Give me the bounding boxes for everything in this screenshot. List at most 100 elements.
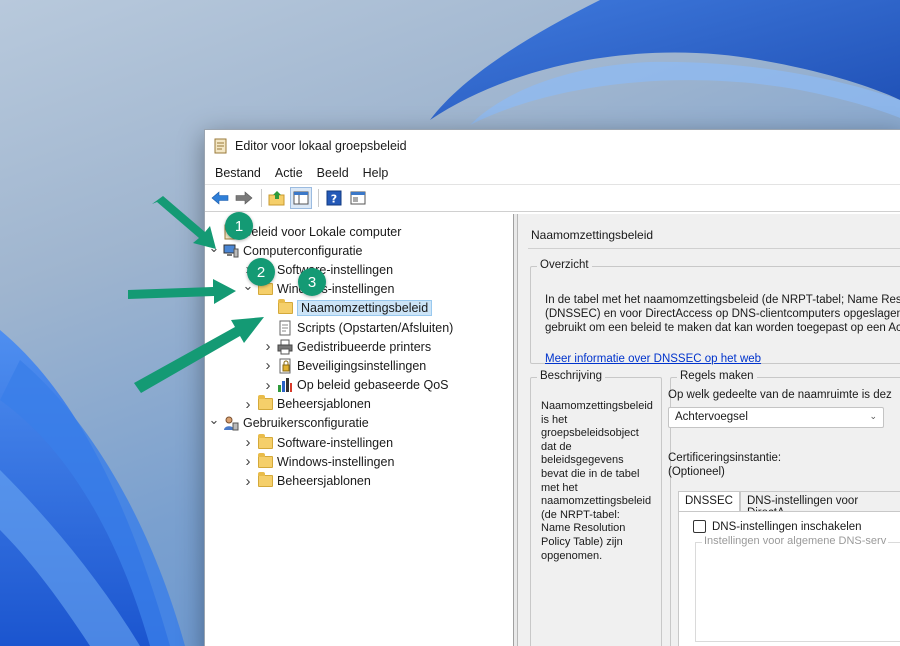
details-pane: Naamomzettingsbeleid Overzicht In de tab… [518, 214, 900, 646]
general-dns-settings-group: Instellingen voor algemene DNS-serv [695, 535, 900, 642]
menu-beeld[interactable]: Beeld [311, 166, 357, 180]
tree-node-label: Computerconfiguratie [243, 243, 363, 258]
tree-node-label: Op beleid gebaseerde QoS [297, 378, 449, 393]
enable-dns-settings-label: DNS-instellingen inschakelen [712, 520, 862, 533]
namespace-question: Op welk gedeelte van de naamruimte is de… [668, 389, 892, 401]
chevron-right-icon[interactable]: › [261, 357, 275, 374]
menu-bestand[interactable]: Bestand [209, 166, 269, 180]
window-title: Editor voor lokaal groepsbeleid [235, 139, 407, 153]
title-bar[interactable]: Editor voor lokaal groepsbeleid [205, 130, 900, 162]
script-icon [277, 320, 293, 336]
namespace-type-value: Achtervoegsel [675, 411, 748, 423]
annotation-badge-2: 2 [247, 258, 275, 286]
user-icon [223, 415, 239, 431]
forward-arrow-icon [235, 191, 253, 205]
tree-node-gebruikersconfiguratie[interactable]: ⌄ Gebruikersconfiguratie [205, 412, 513, 433]
chevron-right-icon[interactable]: › [241, 453, 255, 470]
tab-panel: DNS-instellingen inschakelen Instellinge… [678, 511, 900, 646]
overview-group: Overzicht In de tabel met het naamomzett… [530, 259, 900, 365]
chevron-right-icon[interactable]: › [241, 434, 255, 451]
enable-dns-settings-checkbox[interactable] [693, 520, 706, 533]
tree-node-label: Naamomzettingsbeleid [297, 300, 433, 317]
tree-node-label: Windows-instellingen [277, 454, 395, 469]
rules-legend: Regels maken [677, 370, 757, 382]
tree-node-scripts-opstarten-afsluiten[interactable]: Scripts (Opstarten/Afsluiten) [205, 318, 513, 337]
tree-node-label: Scripts (Opstarten/Afsluiten) [297, 320, 454, 335]
tree-node-naamomzettingsbeleid[interactable]: Naamomzettingsbeleid [205, 299, 513, 318]
overview-legend: Overzicht [537, 259, 592, 271]
tree-node-label: Gedistribueerde printers [297, 339, 432, 354]
menu-help[interactable]: Help [357, 166, 397, 180]
tab-dnssec[interactable]: DNSSEC [678, 491, 740, 511]
tree-node-gedistribueerde-printers[interactable]: › Gedistribueerde printers [205, 337, 513, 356]
tree-node-label: Beheersjablonen [277, 474, 371, 489]
toolbar: ? [205, 184, 900, 212]
annotation-badge-3: 3 [298, 268, 326, 296]
policy-document-icon [214, 138, 227, 154]
tree-node-label: Gebruikersconfiguratie [243, 416, 369, 431]
properties-icon [350, 191, 366, 205]
rules-tabs: DNSSEC DNS-instellingen voor DirectA [678, 491, 900, 519]
up-folder-icon [268, 191, 285, 206]
chevron-right-icon[interactable]: › [261, 377, 275, 394]
show-hide-tree-icon [293, 191, 309, 205]
folder-icon [257, 433, 273, 451]
properties-button[interactable] [347, 187, 369, 209]
help-icon: ? [326, 190, 342, 206]
tree-node-beveiligingsinstellingen[interactable]: › Beveiligingsinstellingen [205, 356, 513, 375]
forward-button[interactable] [233, 187, 255, 209]
computer-icon [223, 243, 239, 259]
back-button[interactable] [209, 187, 231, 209]
namespace-type-select[interactable]: Achtervoegsel ⌄ [668, 407, 884, 428]
enable-dns-settings-row[interactable]: DNS-instellingen inschakelen [693, 520, 862, 533]
tree-node-label: Windows-instellingen [277, 282, 395, 297]
menu-bar: Bestand Actie Beeld Help [205, 162, 900, 184]
tree-node-software-instellingen[interactable]: › Software-instellingen [205, 433, 513, 452]
description-legend: Beschrijving [537, 370, 605, 382]
tree-node-beheersjablonen[interactable]: › Beheersjablonen [205, 395, 513, 414]
menu-actie[interactable]: Actie [269, 166, 311, 180]
svg-text:?: ? [331, 193, 337, 206]
folder-icon [257, 395, 273, 412]
up-one-level-button[interactable] [266, 187, 288, 209]
description-group: Beschrijving Naamomzettingsbeleid is het… [530, 370, 662, 646]
security-icon [277, 358, 293, 374]
chevron-right-icon[interactable]: › [261, 338, 275, 355]
tree-node-op-beleid-gebaseerde-qos[interactable]: › Op beleid gebaseerde QoS [205, 376, 513, 395]
group-policy-editor-window: Editor voor lokaal groepsbeleid Bestand … [204, 129, 900, 646]
tree-node-beheersjablonen[interactable]: › Beheersjablonen [205, 471, 513, 490]
show-hide-tree-button[interactable] [290, 187, 312, 209]
dnssec-info-link[interactable]: Meer informatie over DNSSEC op het web [545, 353, 761, 365]
overview-text: In de tabel met het naamomzettingsbeleid… [545, 293, 900, 335]
annotation-badge-1: 1 [225, 212, 253, 240]
tree-node-label: Software-instellingen [277, 262, 394, 277]
folder-icon [257, 452, 273, 470]
printer-icon [277, 339, 293, 355]
chevron-down-icon[interactable]: ⌄ [207, 240, 221, 255]
tree-node-label: Beleid voor Lokale computer [243, 224, 402, 239]
tree-node-windows-instellingen[interactable]: › Windows-instellingen [205, 452, 513, 471]
divider [528, 248, 900, 249]
cert-label: Certificeringsinstantie: [668, 452, 782, 464]
overview-line: (DNSSEC) en voor DirectAccess op DNS-cli… [545, 308, 900, 320]
toolbar-separator [261, 189, 262, 207]
tree-node-label: Software-instellingen [277, 435, 394, 450]
tree-node-computerconfiguratie[interactable]: ⌄ Computerconfiguratie [205, 240, 513, 260]
cert-optional: (Optioneel) [668, 466, 725, 478]
chevron-right-icon[interactable]: › [241, 396, 255, 413]
chevron-right-icon[interactable]: › [241, 473, 255, 490]
qos-chart-icon [277, 377, 293, 393]
chevron-down-icon[interactable]: ⌄ [207, 412, 221, 427]
overview-line: In de tabel met het naamomzettingsbeleid… [545, 294, 900, 306]
overview-line: gebruikt om een beleid te maken dat kan … [545, 322, 900, 334]
details-title: Naamomzettingsbeleid [531, 228, 654, 242]
tree-node-label: Beveiligingsinstellingen [297, 358, 427, 373]
tree-node-label: Beheersjablonen [277, 397, 371, 412]
help-button[interactable]: ? [323, 187, 345, 209]
chevron-down-icon: ⌄ [869, 411, 877, 421]
certification-authority-label: Certificeringsinstantie: (Optioneel) [668, 451, 781, 479]
tab-dns-settings-directaccess[interactable]: DNS-instellingen voor DirectA [739, 491, 900, 519]
folder-icon [257, 472, 273, 489]
